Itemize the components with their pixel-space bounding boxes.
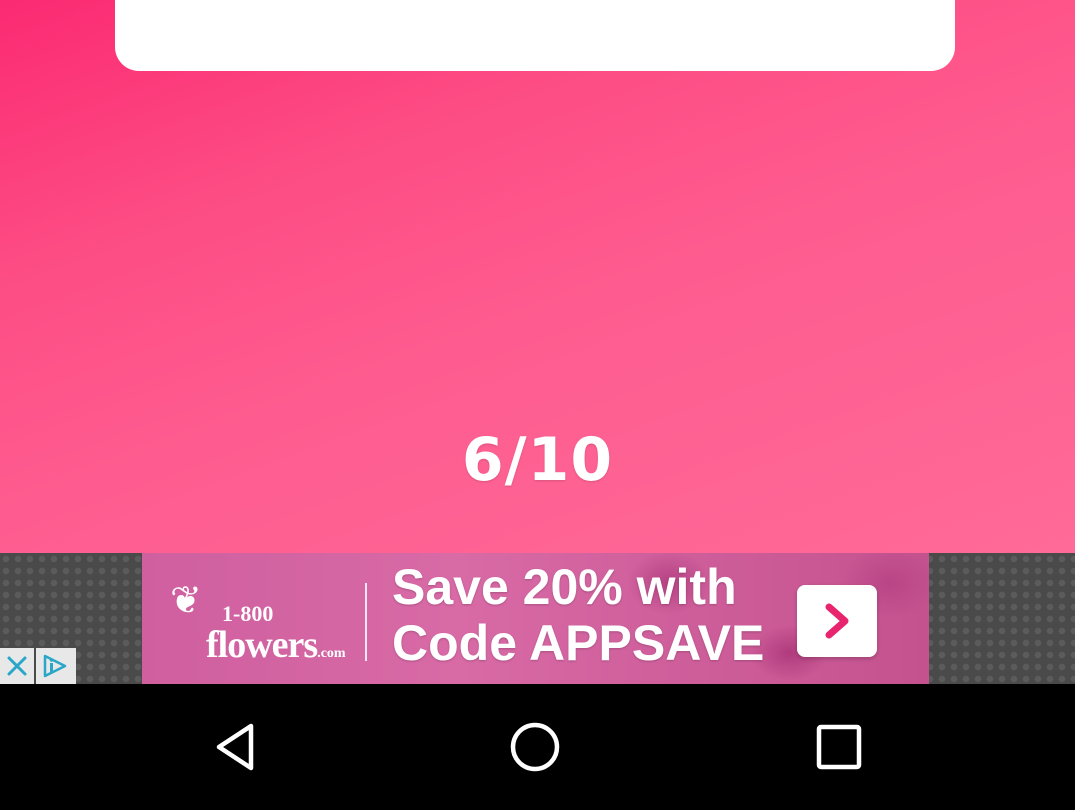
close-icon [7,656,27,676]
brand-suffix: .com [317,646,346,661]
ad-banner[interactable]: ❦ 1-800 flowers.com Save 20% with Code A… [142,553,929,684]
ad-area: ❦ 1-800 flowers.com Save 20% with Code A… [0,553,1075,684]
chevron-right-icon [825,603,849,639]
back-triangle-icon [216,723,254,771]
ad-cta-button[interactable] [797,585,877,657]
ad-headline-line2: Code APPSAVE [392,615,765,671]
ad-headline: Save 20% with Code APPSAVE [392,559,764,671]
ad-headline-line1: Save 20% with [392,559,737,615]
nav-back-button[interactable] [176,684,296,810]
system-nav-bar [0,684,1075,810]
adchoices-icon [43,654,67,678]
recents-square-icon [816,724,862,770]
brand-name-wrap: flowers.com [206,623,346,667]
nav-recents-button[interactable] [779,684,899,810]
tulip-icon: ❦ [170,578,202,622]
screen: 6/10 ❦ 1-800 flowers.com Save 20% with C… [0,0,1075,810]
banner-divider [365,583,367,661]
question-card [115,0,955,71]
ad-choices-button[interactable] [36,648,76,684]
ad-close-button[interactable] [0,648,34,684]
quiz-background: 6/10 [0,0,1075,553]
nav-home-button[interactable] [475,684,595,810]
question-progress: 6/10 [461,425,614,495]
brand-name: flowers [206,624,318,666]
home-circle-icon [510,722,560,772]
brand-logo: ❦ 1-800 flowers.com [170,571,346,671]
